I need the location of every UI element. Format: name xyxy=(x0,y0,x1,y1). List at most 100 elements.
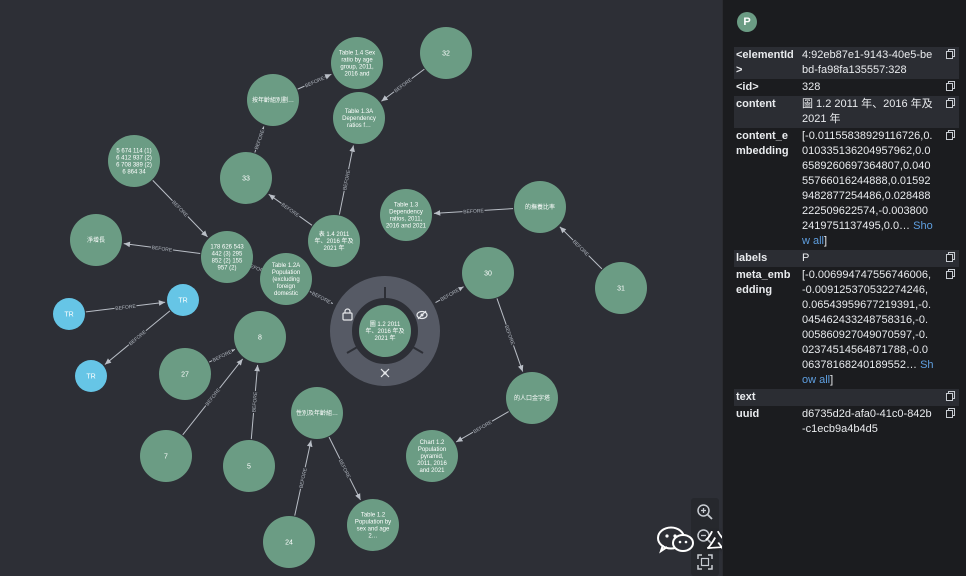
edge-label: BEFORE xyxy=(393,77,414,95)
node-label-line: 2021 年 xyxy=(374,334,395,342)
node-label-line: 178 626 543 xyxy=(210,245,244,251)
graph-node[interactable]: 性別及年齡組… xyxy=(291,387,343,439)
property-row: labels P xyxy=(734,250,959,267)
graph-node[interactable]: Table 1.2 Population by sex and age 2… xyxy=(347,499,399,551)
graph-node[interactable]: Table 1.3A Dependency ratios f… xyxy=(333,92,385,144)
graph-node[interactable]: 按年齡組別劃… xyxy=(247,74,299,126)
graph-canvas[interactable]: BEFORE BEFORE BEFORE BEFORE BEFORE BEFORE BEFO… xyxy=(0,0,722,576)
node-label-line: pyramid, xyxy=(420,454,443,460)
graph-node[interactable]: Chart 1.2 Population pyramid, 2011, 2016 and… xyxy=(406,430,458,482)
copy-icon[interactable] xyxy=(946,81,955,91)
node-label: 7 xyxy=(164,453,168,460)
graph-node[interactable]: 5 xyxy=(223,440,275,492)
edge-label: BEFORE xyxy=(115,304,137,313)
node-label-line: 7 xyxy=(164,453,168,460)
graph-node[interactable]: 表 1.4 2011 年、2016 年及 2021 年 xyxy=(308,215,360,267)
property-key: <elementId> xyxy=(736,49,794,76)
node-label-line: Dependency xyxy=(389,210,423,216)
node-label: 24 xyxy=(285,539,293,546)
node-label-line: 442 (3) 295 xyxy=(212,252,243,258)
node-label-line: 5 674 114 (1) xyxy=(116,149,151,155)
node-label-line: (excluding xyxy=(272,277,299,283)
node-label-line: Chart 1.2 xyxy=(420,440,445,446)
graph-node[interactable]: 24 xyxy=(263,516,315,568)
node-label-line: Population xyxy=(418,447,446,453)
node-label-line: Dependency xyxy=(342,116,376,122)
graph-node[interactable]: 31 xyxy=(595,262,647,314)
graph-svg[interactable]: BEFORE BEFORE BEFORE BEFORE BEFORE BEFORE BEFO… xyxy=(0,0,722,576)
node-label-line: 24 xyxy=(285,539,293,546)
graph-node[interactable]: 178 626 543 442 (3) 295 852 (2) 155 957 (2) xyxy=(201,231,253,283)
node-label-line: Table 1.2A xyxy=(272,263,300,269)
node-label-line: 27 xyxy=(181,371,189,378)
property-row: text xyxy=(734,389,959,406)
node-label-line: Table 1.4 Sex xyxy=(339,51,375,57)
node-label: 33 xyxy=(242,175,250,182)
property-key: <id> xyxy=(736,81,759,93)
graph-node[interactable]: Table 1.4 Sex ratio by age group, 2011, 201… xyxy=(331,37,383,89)
edge-label: BEFORE xyxy=(299,467,309,489)
graph-node[interactable]: 的撫養比率 xyxy=(514,181,566,233)
copy-icon[interactable] xyxy=(946,98,955,108)
node-label-line: 2021 年 xyxy=(323,244,344,252)
graph-node[interactable]: TR xyxy=(75,360,107,392)
node-label-line: TR xyxy=(178,297,187,304)
node-label-line: 32 xyxy=(442,50,450,57)
graph-node-selected[interactable]: 圖 1.2 2011 年、2016 年及 2021 年 xyxy=(359,305,411,357)
property-value-text: P xyxy=(802,252,810,264)
node-label-line: 表 1.4 2011 xyxy=(319,230,350,238)
property-row: meta_embedding [-0.006994747556746006,-0.… xyxy=(734,267,959,389)
watermark-text: 公众号 · soft张三丰 xyxy=(704,530,722,555)
node-label-line: and 2021 xyxy=(419,468,445,474)
graph-node[interactable]: 淨增長 xyxy=(70,214,122,266)
property-key: labels xyxy=(736,252,768,264)
node-label-badge[interactable]: P xyxy=(737,12,757,32)
copy-icon[interactable] xyxy=(946,130,955,140)
node-label-line: 2016 and xyxy=(344,72,369,78)
node-label: TR xyxy=(64,311,73,318)
copy-icon[interactable] xyxy=(946,391,955,401)
property-value: d6735d2d-afa0-41c0-842b-c1ecb9a4b4d5 xyxy=(798,406,936,438)
graph-node[interactable]: TR xyxy=(167,284,199,316)
edge-label: BEFORE xyxy=(472,419,493,435)
edge-label: BEFORE xyxy=(571,239,590,258)
graph-node[interactable]: 32 xyxy=(420,27,472,79)
node-label-line: 的人口金字塔 xyxy=(514,394,550,402)
node-label-line: ratio by age xyxy=(341,58,373,64)
node-label: 性別及年齡組… xyxy=(296,409,338,417)
node-label-line: 957 (2) xyxy=(217,266,236,272)
graph-node[interactable]: Table 1.3 Dependency ratios, 2011, 2016 and… xyxy=(380,189,432,241)
node-label-line: 年、2016 年及 xyxy=(365,327,404,335)
node-label-line: Population xyxy=(272,270,300,276)
property-value: 圖 1.2 2011 年、2016 年及 2021 年 xyxy=(798,96,936,128)
graph-node[interactable]: 30 xyxy=(462,247,514,299)
node-label-line: 淨增長 xyxy=(87,236,105,244)
edge-label: BEFORE xyxy=(337,458,352,480)
node-label-line: 6 864 34 xyxy=(122,170,146,176)
graph-node[interactable]: Table 1.2A Population (excluding foreign dom… xyxy=(260,253,312,305)
graph-node[interactable]: TR xyxy=(53,298,85,330)
node-label-line: 30 xyxy=(484,270,492,277)
graph-node[interactable]: 7 xyxy=(140,430,192,482)
copy-icon[interactable] xyxy=(946,252,955,262)
graph-node[interactable]: 的人口金字塔 xyxy=(506,372,558,424)
edge-label: BEFORE xyxy=(440,287,461,303)
node-label: 按年齡組別劃… xyxy=(252,96,294,104)
graph-node[interactable]: 27 xyxy=(159,348,211,400)
copy-icon[interactable] xyxy=(946,49,955,59)
copy-icon[interactable] xyxy=(946,269,955,279)
property-value: 328 xyxy=(798,79,936,96)
zoom-in-icon[interactable] xyxy=(695,502,715,522)
graph-node[interactable]: 8 xyxy=(234,311,286,363)
node-label: 5 xyxy=(247,463,251,470)
node-label-line: 按年齡組別劃… xyxy=(252,96,294,104)
graph-node[interactable]: 33 xyxy=(220,152,272,204)
edge-label: BEFORE xyxy=(251,391,259,413)
node-label: TR xyxy=(178,297,187,304)
copy-icon[interactable] xyxy=(946,408,955,418)
graph-node[interactable]: 5 674 114 (1) 6 412 937 (2) 6 708 389 (2) 6… xyxy=(108,135,160,187)
property-value-text: 圖 1.2 2011 年、2016 年及 2021 年 xyxy=(802,98,933,125)
node-label-line: 性別及年齡組… xyxy=(296,409,338,417)
node-label-line: group, 2011, xyxy=(340,65,374,71)
node-label: 30 xyxy=(484,270,492,277)
